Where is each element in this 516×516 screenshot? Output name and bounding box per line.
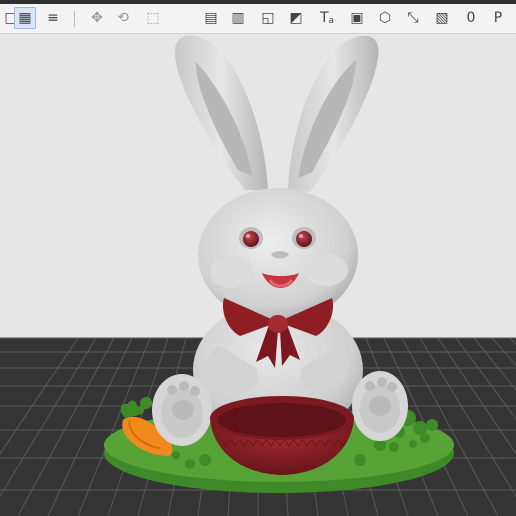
move-tool[interactable]: ✥ <box>86 7 108 29</box>
arrange-icon: ▦ <box>18 10 32 26</box>
scale-icon: ⬚ <box>146 10 160 26</box>
view-cube-tool[interactable]: ⬡ <box>374 7 396 29</box>
color-paint-tool[interactable]: ◩ <box>285 7 307 29</box>
seam-icon: ◱ <box>261 10 275 26</box>
3d-viewport[interactable] <box>0 34 516 516</box>
paint-seam-tool[interactable]: ◱ <box>257 7 279 29</box>
toolbar: □ ▦ ≡ ✥ ⟲ ⬚ ▤ ▥ ◱ ◩ Ta ▣ ⬡ ⤡ ▧ 0 P <box>0 4 516 34</box>
text-tool-subscript: a <box>328 15 335 26</box>
zero-icon: 0 <box>466 10 476 26</box>
place-on-face-icon: ▤ <box>204 10 218 26</box>
fit-view-icon: ⤡ <box>407 10 419 26</box>
move-icon: ✥ <box>91 10 103 26</box>
place-on-face-tool[interactable]: ▤ <box>200 7 222 29</box>
fit-view-tool[interactable]: ⤡ <box>402 7 424 29</box>
model-scene[interactable] <box>0 34 516 516</box>
assembly-icon: ▧ <box>435 10 449 26</box>
bunny-ears[interactable] <box>174 35 379 192</box>
preview-tool[interactable]: P <box>487 7 509 29</box>
text-icon: T <box>319 10 329 26</box>
layers-tool[interactable]: ≡ <box>42 7 64 29</box>
cube-icon: ⬡ <box>378 10 392 26</box>
rotate-icon: ⟲ <box>117 10 129 26</box>
assembly-tool[interactable]: ▧ <box>431 7 453 29</box>
rotate-tool[interactable]: ⟲ <box>112 7 134 29</box>
toolbar-separator <box>74 11 75 27</box>
arrange-tool[interactable]: ▦ <box>14 7 36 29</box>
zero-layer-tool[interactable]: 0 <box>460 7 482 29</box>
measure-icon: ▣ <box>350 10 364 26</box>
measure-tool[interactable]: ▣ <box>346 7 368 29</box>
cut-icon: ▥ <box>231 10 245 26</box>
layers-icon: ≡ <box>47 10 59 26</box>
text-tool[interactable]: Ta <box>316 7 338 29</box>
cut-tool[interactable]: ▥ <box>227 7 249 29</box>
paint-bucket-icon: ◩ <box>289 10 303 26</box>
scale-tool[interactable]: ⬚ <box>142 7 164 29</box>
preview-icon: P <box>493 10 503 26</box>
